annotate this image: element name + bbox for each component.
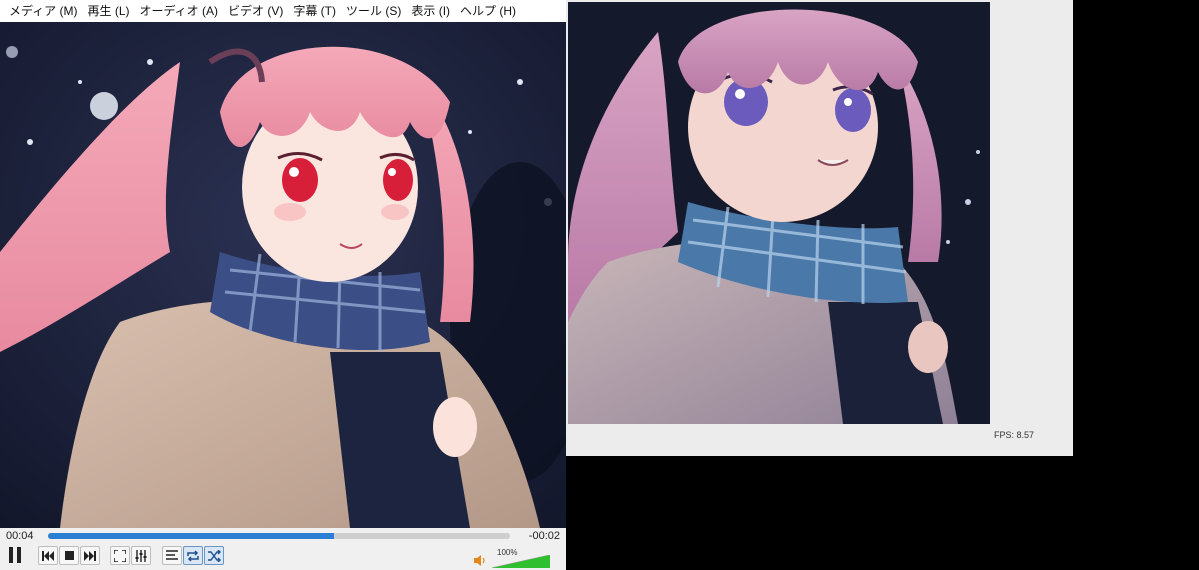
pause-button[interactable]	[4, 544, 26, 566]
menu-bar: メディア (M) 再生 (L) オーディオ (A) ビデオ (V) 字幕 (T)…	[0, 0, 566, 22]
extended-settings-button[interactable]	[131, 546, 151, 565]
fullscreen-button[interactable]	[110, 546, 130, 565]
menu-media[interactable]: メディア (M)	[4, 0, 82, 22]
loop-button[interactable]	[183, 546, 203, 565]
media-player-window: メディア (M) 再生 (L) オーディオ (A) ビデオ (V) 字幕 (T)…	[0, 0, 566, 570]
fullscreen-icon	[114, 549, 126, 562]
menu-help[interactable]: ヘルプ (H)	[455, 0, 521, 22]
playlist-button[interactable]	[162, 546, 182, 565]
menu-playback[interactable]: 再生 (L)	[82, 0, 134, 22]
volume-slider[interactable]	[492, 555, 550, 568]
seek-bar-progress	[48, 533, 335, 539]
remaining-time: -00:02	[528, 530, 560, 542]
seek-bar[interactable]	[48, 533, 510, 539]
menu-video[interactable]: ビデオ (V)	[223, 0, 288, 22]
output-window: FPS: 8.57	[566, 0, 1073, 456]
video-frame[interactable]	[0, 22, 566, 528]
desktop-screen: メディア (M) 再生 (L) オーディオ (A) ビデオ (V) 字幕 (T)…	[0, 0, 1199, 570]
stop-button[interactable]	[59, 546, 79, 565]
next-button[interactable]	[80, 546, 100, 565]
previous-button[interactable]	[38, 546, 58, 565]
output-illustration	[568, 2, 990, 424]
player-controls: 00:04 -00:02 100%	[0, 528, 566, 570]
pause-icon	[9, 547, 21, 563]
shuffle-icon	[208, 549, 221, 562]
video-illustration	[0, 22, 566, 528]
menu-tools[interactable]: ツール (S)	[341, 0, 406, 22]
menu-audio[interactable]: オーディオ (A)	[135, 0, 224, 22]
menu-view[interactable]: 表示 (I)	[406, 0, 455, 22]
speaker-icon[interactable]	[474, 555, 486, 566]
elapsed-time: 00:04	[6, 530, 34, 542]
output-frame	[568, 2, 990, 424]
equalizer-icon	[135, 549, 147, 562]
loop-icon	[187, 549, 199, 562]
previous-icon	[42, 550, 54, 561]
playlist-icon	[166, 550, 178, 560]
next-icon	[84, 550, 96, 561]
menu-subtitle[interactable]: 字幕 (T)	[288, 0, 341, 22]
shuffle-button[interactable]	[204, 546, 224, 565]
stop-icon	[64, 551, 74, 560]
fps-readout: FPS: 8.57	[994, 430, 1035, 440]
